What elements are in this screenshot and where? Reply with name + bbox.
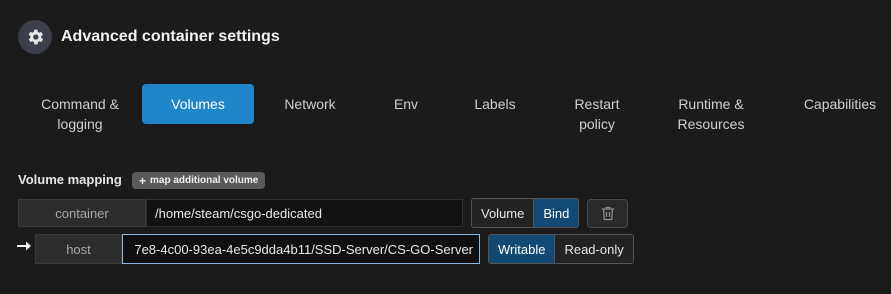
arrow-right-icon	[17, 239, 31, 257]
tab-capabilities[interactable]: Capabilities	[788, 84, 891, 124]
host-addon: host	[35, 234, 122, 264]
trash-icon	[601, 206, 614, 221]
writable-option[interactable]: Writable	[489, 235, 555, 263]
volume-mapping-label: Volume mapping	[18, 172, 122, 187]
settings-header: Advanced container settings	[18, 20, 280, 54]
remove-volume-button[interactable]	[587, 199, 628, 228]
tab-volumes[interactable]: Volumes	[142, 84, 254, 124]
tab-bar: Command & logging Volumes Network Env La…	[18, 84, 891, 136]
tab-network[interactable]: Network	[268, 84, 352, 124]
tab-labels[interactable]: Labels	[458, 84, 532, 124]
map-additional-volume-label: map additional volume	[150, 175, 259, 186]
tab-command-logging[interactable]: Command & logging	[18, 94, 142, 134]
tab-restart-policy[interactable]: Restart policy	[558, 94, 636, 134]
container-path-input[interactable]: /home/steam/csgo-dedicated	[146, 199, 463, 227]
tab-env[interactable]: Env	[378, 84, 434, 124]
tab-runtime-resources[interactable]: Runtime & Resources	[658, 94, 764, 134]
gear-icon	[18, 20, 52, 54]
read-only-option[interactable]: Read-only	[554, 235, 633, 263]
page-title: Advanced container settings	[61, 28, 280, 45]
map-additional-volume-button[interactable]: + map additional volume	[132, 172, 266, 189]
plus-icon: +	[139, 173, 147, 188]
container-addon: container	[18, 199, 146, 227]
volume-type-toggle: Volume Bind	[471, 198, 580, 228]
access-mode-toggle: Writable Read-only	[488, 234, 634, 264]
volume-option[interactable]: Volume	[472, 199, 534, 227]
host-path-input[interactable]: 7e8-4c00-93ea-4e5c9dda4b11/SSD-Server/CS…	[122, 234, 480, 264]
bind-option[interactable]: Bind	[533, 199, 579, 227]
